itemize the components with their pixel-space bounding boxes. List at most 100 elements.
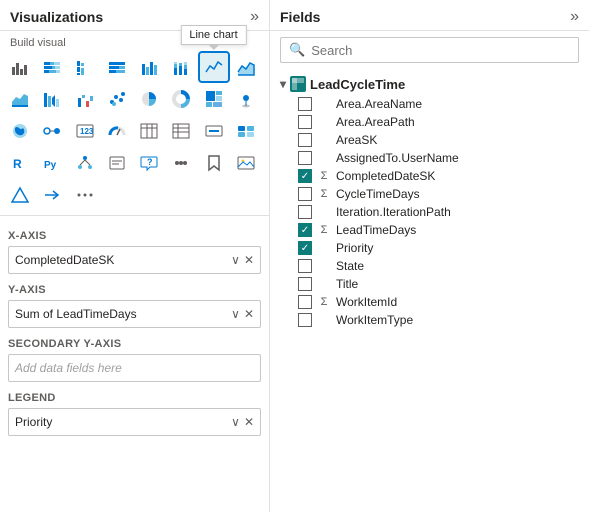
viz-ribbon-icon[interactable] (38, 85, 66, 113)
viz-extra-icon[interactable] (232, 117, 260, 145)
field-name: WorkItemType (336, 313, 413, 327)
field-item[interactable]: AssignedTo.UserName (278, 149, 581, 167)
viz-stacked-col-icon[interactable] (167, 53, 195, 81)
visualizations-panel: Visualizations » Build visual Line chart (0, 0, 270, 512)
viz-collapse-icon[interactable]: » (250, 8, 259, 26)
x-axis-chevron-icon[interactable]: ∨ (231, 253, 240, 267)
viz-donut-icon[interactable] (167, 85, 195, 113)
viz-cluster-bar-icon[interactable] (71, 53, 99, 81)
field-checkbox[interactable] (298, 223, 312, 237)
search-box[interactable]: 🔍 (280, 37, 579, 63)
viz-arrow-icon[interactable] (38, 181, 66, 209)
x-axis-close-icon[interactable]: ✕ (244, 253, 254, 267)
viz-table-icon[interactable] (135, 117, 163, 145)
field-checkbox[interactable] (298, 259, 312, 273)
fields-panel-title: Fields (280, 9, 320, 25)
viz-pie-icon[interactable] (135, 85, 163, 113)
field-item[interactable]: Title (278, 275, 581, 293)
y-axis-chevron-icon[interactable]: ∨ (231, 307, 240, 321)
viz-icons-row-1: Line chart (0, 51, 269, 83)
viz-gauge-icon[interactable] (103, 117, 131, 145)
viz-r-icon[interactable]: R (6, 149, 34, 177)
svg-text:123: 123 (80, 127, 94, 136)
viz-123-card-icon[interactable]: 123 (71, 117, 99, 145)
viz-python-icon[interactable]: Py (38, 149, 66, 177)
viz-cluster-col-icon[interactable] (135, 53, 163, 81)
viz-shape-icon[interactable] (6, 181, 34, 209)
field-item[interactable]: Area.AreaPath (278, 113, 581, 131)
secondary-y-pill[interactable]: Add data fields here (8, 354, 261, 382)
viz-qna-icon[interactable]: ? (135, 149, 163, 177)
field-name: LeadTimeDays (336, 223, 416, 237)
search-input[interactable] (311, 43, 570, 58)
field-checkbox[interactable] (298, 115, 312, 129)
viz-stacked-area-icon[interactable] (6, 85, 34, 113)
fields-list: ▾ LeadCycleTime Area.AreaNameArea.AreaPa… (270, 69, 589, 512)
field-checkbox[interactable] (298, 169, 312, 183)
viz-bookmark-icon[interactable] (200, 149, 228, 177)
field-item[interactable]: ΣCompletedDateSK (278, 167, 581, 185)
legend-chevron-icon[interactable]: ∨ (231, 415, 240, 429)
viz-icons-row-3: 123 (0, 115, 269, 147)
viz-bar-100-icon[interactable] (103, 53, 131, 81)
secondary-y-placeholder: Add data fields here (15, 361, 122, 375)
y-axis-close-icon[interactable]: ✕ (244, 307, 254, 321)
viz-treemap-icon[interactable] (200, 85, 228, 113)
field-checkbox[interactable] (298, 133, 312, 147)
field-item[interactable]: AreaSK (278, 131, 581, 149)
viz-stacked-bar-icon[interactable] (38, 53, 66, 81)
field-item[interactable]: ΣWorkItemId (278, 293, 581, 311)
legend-value: Priority (15, 415, 52, 429)
field-item[interactable]: Priority (278, 239, 581, 257)
x-axis-pill[interactable]: CompletedDateSK ∨ ✕ (8, 246, 261, 274)
field-item[interactable]: Σ LeadTimeDays (278, 221, 581, 239)
viz-area-icon[interactable] (232, 53, 260, 81)
viz-smart-narrative-icon[interactable] (103, 149, 131, 177)
field-checkbox[interactable] (298, 151, 312, 165)
fields-collapse-icon[interactable]: » (570, 8, 579, 26)
field-checkbox[interactable] (298, 313, 312, 327)
secondary-y-section: Secondary y-axis Add data fields here (8, 338, 261, 382)
viz-line-chart-icon[interactable]: Line chart (200, 53, 228, 81)
viz-scatter-icon[interactable] (103, 85, 131, 113)
divider-1 (0, 215, 269, 216)
field-name: WorkItemId (336, 295, 397, 309)
viz-decomp-icon[interactable] (71, 149, 99, 177)
sigma-icon: Σ (318, 224, 330, 236)
viz-map-icon[interactable] (232, 85, 260, 113)
field-checkbox[interactable] (298, 187, 312, 201)
field-item[interactable]: WorkItemType (278, 311, 581, 329)
y-axis-value: Sum of LeadTimeDays (15, 307, 137, 321)
field-item[interactable]: ΣCycleTimeDays (278, 185, 581, 203)
field-sections: X-axis CompletedDateSK ∨ ✕ Y-axis Sum of… (0, 220, 269, 512)
viz-waterfall-icon[interactable] (71, 85, 99, 113)
viz-icons-row-4: R Py ? (0, 147, 269, 179)
legend-close-icon[interactable]: ✕ (244, 415, 254, 429)
viz-bar-chart-icon[interactable] (6, 53, 34, 81)
field-item[interactable]: Iteration.IterationPath (278, 203, 581, 221)
viz-more-visuals-icon[interactable] (167, 149, 195, 177)
field-item[interactable]: Area.AreaName (278, 95, 581, 113)
field-checkbox[interactable] (298, 277, 312, 291)
viz-key-influencer-icon[interactable] (38, 117, 66, 145)
field-checkbox[interactable] (298, 205, 312, 219)
viz-matrix-icon[interactable] (167, 117, 195, 145)
viz-icons-row-5 (0, 179, 269, 211)
field-checkbox[interactable] (298, 97, 312, 111)
line-chart-tooltip: Line chart (180, 25, 246, 45)
viz-card-icon[interactable] (200, 117, 228, 145)
viz-more-icon[interactable] (71, 181, 99, 209)
viz-image-icon[interactable] (232, 149, 260, 177)
viz-filled-map-icon[interactable] (6, 117, 34, 145)
field-checkbox[interactable] (298, 241, 312, 255)
field-item[interactable]: State (278, 257, 581, 275)
table-group-header[interactable]: ▾ LeadCycleTime (278, 73, 581, 95)
y-axis-pill[interactable]: Sum of LeadTimeDays ∨ ✕ (8, 300, 261, 328)
field-checkbox[interactable] (298, 295, 312, 309)
viz-icons-row-2 (0, 83, 269, 115)
legend-actions: ∨ ✕ (231, 415, 254, 429)
x-axis-value: CompletedDateSK (15, 253, 114, 267)
y-axis-section: Y-axis Sum of LeadTimeDays ∨ ✕ (8, 284, 261, 328)
expand-chevron-icon: ▾ (280, 77, 286, 91)
legend-pill[interactable]: Priority ∨ ✕ (8, 408, 261, 436)
